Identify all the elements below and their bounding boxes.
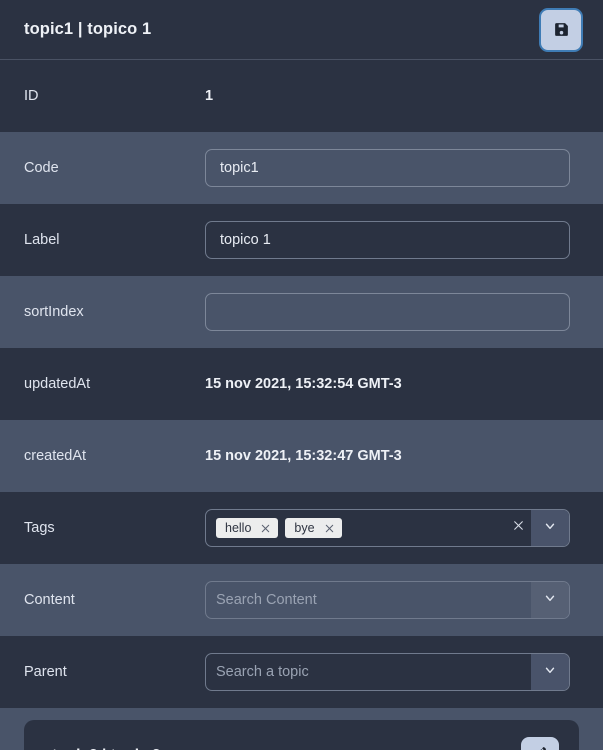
field-label-code: Code	[24, 160, 59, 176]
tags-chip-area[interactable]: hello bye	[206, 510, 505, 546]
pencil-icon	[532, 745, 548, 750]
code-input[interactable]	[205, 149, 570, 187]
close-icon[interactable]	[324, 523, 335, 534]
save-button[interactable]	[539, 7, 583, 52]
close-icon	[512, 519, 525, 537]
field-label-parent: Parent	[24, 664, 67, 680]
parent-input-area[interactable]: Search a topic	[206, 654, 531, 690]
save-floppy-icon	[553, 21, 570, 38]
field-row-content: Content Search Content	[0, 564, 603, 636]
field-label-tags: Tags	[24, 520, 55, 536]
field-label-updatedat: updatedAt	[24, 376, 91, 392]
child-topic-section: topic2 | topic 2	[0, 708, 603, 750]
parent-select[interactable]: Search a topic	[205, 653, 570, 691]
field-value-wrap-content: Search Content	[205, 581, 603, 619]
tag-chip-label: bye	[294, 520, 315, 535]
field-label-sortindex: sortIndex	[24, 304, 84, 320]
tags-select[interactable]: hello bye	[205, 509, 570, 547]
content-select[interactable]: Search Content	[205, 581, 570, 619]
field-label-id: ID	[24, 88, 39, 104]
topic-editor-page: topic1 | topico 1 ID 1 Code Label sortIn…	[0, 0, 603, 750]
field-value-wrap-tags: hello bye	[205, 509, 603, 547]
tag-chip-label: hello	[225, 520, 252, 535]
field-label-label: Label	[24, 232, 60, 248]
content-dropdown-toggle[interactable]	[531, 582, 569, 618]
chevron-down-icon	[543, 663, 557, 682]
field-label-content: Content	[24, 592, 75, 608]
field-row-sortindex: sortIndex	[0, 276, 603, 348]
parent-dropdown-toggle[interactable]	[531, 654, 569, 690]
field-value-wrap-parent: Search a topic	[205, 653, 603, 691]
field-label-createdat: createdAt	[24, 448, 87, 464]
chevron-down-icon	[543, 591, 557, 610]
field-value-wrap-updatedat: 15 nov 2021, 15:32:54 GMT-3	[205, 376, 603, 392]
edit-child-topic-button[interactable]	[521, 736, 559, 750]
field-value-wrap-id: 1	[205, 88, 603, 104]
parent-placeholder: Search a topic	[216, 664, 309, 680]
field-value-updatedat: 15 nov 2021, 15:32:54 GMT-3	[205, 376, 402, 392]
chevron-down-icon	[543, 519, 557, 538]
close-icon[interactable]	[260, 523, 271, 534]
tags-dropdown-toggle[interactable]	[531, 510, 569, 546]
field-row-updatedat: updatedAt 15 nov 2021, 15:32:54 GMT-3	[0, 348, 603, 420]
content-input-area[interactable]: Search Content	[206, 582, 531, 618]
field-row-parent: Parent Search a topic	[0, 636, 603, 708]
field-value-wrap-createdat: 15 nov 2021, 15:32:47 GMT-3	[205, 448, 603, 464]
field-value-wrap-sortindex	[205, 293, 603, 331]
content-placeholder: Search Content	[216, 592, 317, 608]
sortindex-input[interactable]	[205, 293, 570, 331]
field-row-code: Code	[0, 132, 603, 204]
tags-clear-button[interactable]	[505, 510, 531, 546]
field-value-id: 1	[205, 88, 214, 104]
field-value-wrap-label	[205, 221, 603, 259]
field-row-label: Label	[0, 204, 603, 276]
tag-chip[interactable]: bye	[285, 517, 342, 539]
field-row-createdat: createdAt 15 nov 2021, 15:32:47 GMT-3	[0, 420, 603, 492]
field-row-tags: Tags hello bye	[0, 492, 603, 564]
field-row-id: ID 1	[0, 60, 603, 132]
child-topic-card[interactable]: topic2 | topic 2	[24, 720, 579, 750]
page-title: topic1 | topico 1	[24, 20, 152, 38]
field-value-createdat: 15 nov 2021, 15:32:47 GMT-3	[205, 448, 402, 464]
page-header: topic1 | topico 1	[0, 0, 603, 60]
tag-chip[interactable]: hello	[216, 517, 279, 539]
field-value-wrap-code	[205, 149, 603, 187]
label-input[interactable]	[205, 221, 570, 259]
child-topic-title: topic2 | topic 2	[52, 747, 161, 750]
